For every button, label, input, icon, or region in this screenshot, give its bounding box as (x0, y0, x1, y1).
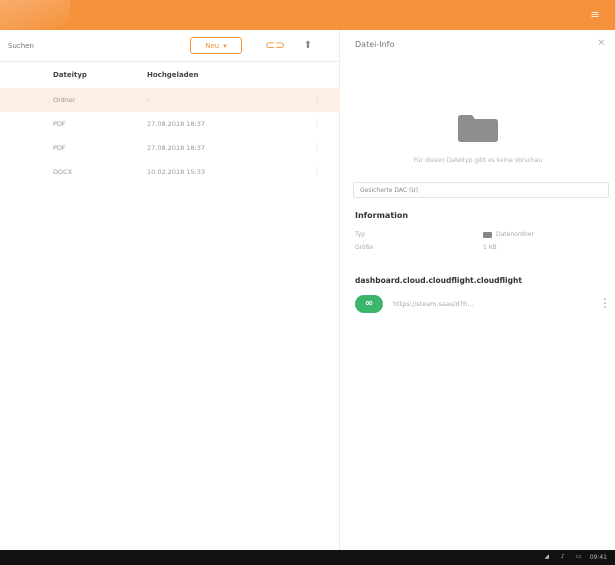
close-icon[interactable]: × (597, 38, 605, 48)
info-row-size: Größe 1 KB (355, 244, 605, 256)
no-preview-message: Für diesen Dateityp gibt es keine Vorsch… (413, 157, 543, 164)
clock-time[interactable]: 09:41 (590, 554, 607, 561)
uploaded-date-cell: - (147, 96, 150, 104)
info-key: Größe (355, 244, 374, 251)
info-row-type: Typ Datenordner (355, 231, 605, 243)
table-header: Dateityp Hochgeladen (0, 64, 340, 86)
upload-icon[interactable]: ⬆ (300, 37, 316, 54)
column-header-type[interactable]: Dateityp (53, 71, 87, 79)
link-icon[interactable]: ∞ (355, 295, 383, 313)
panel-title: Datei-Info (355, 40, 395, 49)
info-key: Typ (355, 231, 366, 238)
app-logo[interactable] (0, 0, 70, 30)
new-button[interactable]: Neu ▾ (190, 37, 242, 54)
information-heading: Information (355, 211, 409, 220)
file-type-cell: PDF (53, 120, 66, 128)
system-taskbar: ◢ ♪ ▭ 09:41 (0, 550, 615, 565)
search-input[interactable] (8, 38, 158, 54)
column-header-uploaded[interactable]: Hochgeladen (147, 71, 198, 79)
uploaded-date-cell: 27.08.2018 18:37 (147, 120, 206, 128)
info-value: 1 KB (483, 244, 497, 251)
new-button-label: Neu (205, 41, 220, 50)
app-header: ≡ (0, 0, 615, 30)
info-value-text: Datenordner (496, 231, 534, 238)
share-url[interactable]: https://steam.saas/d?h... (393, 300, 473, 308)
battery-icon[interactable]: ▭ (574, 553, 584, 561)
file-preview: Für diesen Dateityp gibt es keine Vorsch… (341, 102, 615, 182)
tag-field[interactable]: Gesicherte DAC (U) (353, 182, 609, 198)
more-vert-icon[interactable]: ⋮ (313, 142, 321, 151)
file-type-cell: Ordner (53, 96, 76, 104)
file-type-cell: DOCX (53, 168, 73, 176)
table-row[interactable]: PDF 27.08.2018 18:37 ⋮ (0, 112, 340, 136)
info-value-text: 1 KB (483, 244, 497, 251)
file-table: Ordner - ⋮ PDF 27.08.2018 18:37 ⋮ PDF 27… (0, 88, 340, 184)
file-list-pane: Neu ▾ ⊂⊃ ⬆ Dateityp Hochgeladen Ordner -… (0, 30, 340, 550)
share-heading: dashboard.cloud.cloudflight.cloudflight (355, 276, 522, 285)
table-row[interactable]: DOCX 10.02.2018 15:33 ⋮ (0, 160, 340, 184)
file-info-panel: Datei-Info × Für diesen Dateityp gibt es… (341, 30, 615, 550)
more-vert-icon[interactable]: ⋮ (313, 118, 321, 127)
info-value: Datenordner (483, 231, 534, 238)
hamburger-menu-icon[interactable]: ≡ (589, 9, 601, 21)
table-row[interactable]: Ordner - ⋮ (0, 88, 340, 112)
folder-icon (483, 231, 492, 238)
more-vert-icon[interactable]: ⋮ (313, 94, 321, 103)
file-type-cell: PDF (53, 144, 66, 152)
more-vert-icon[interactable]: ⋮ (599, 296, 611, 310)
uploaded-date-cell: 10.02.2018 15:33 (147, 168, 206, 176)
table-row[interactable]: PDF 27.08.2018 18:37 ⋮ (0, 136, 340, 160)
link-icon[interactable]: ⊂⊃ (265, 37, 285, 54)
file-toolbar: Neu ▾ ⊂⊃ ⬆ (0, 30, 340, 62)
wifi-icon[interactable]: ◢ (542, 553, 552, 561)
folder-icon (458, 115, 498, 142)
system-tray: ◢ ♪ ▭ 09:41 (542, 553, 607, 561)
more-vert-icon[interactable]: ⋮ (313, 166, 321, 175)
chevron-down-icon: ▾ (223, 41, 227, 50)
volume-icon[interactable]: ♪ (558, 553, 568, 561)
uploaded-date-cell: 27.08.2018 18:37 (147, 144, 206, 152)
share-link-row: ∞ https://steam.saas/d?h... ⋮ (353, 292, 611, 316)
